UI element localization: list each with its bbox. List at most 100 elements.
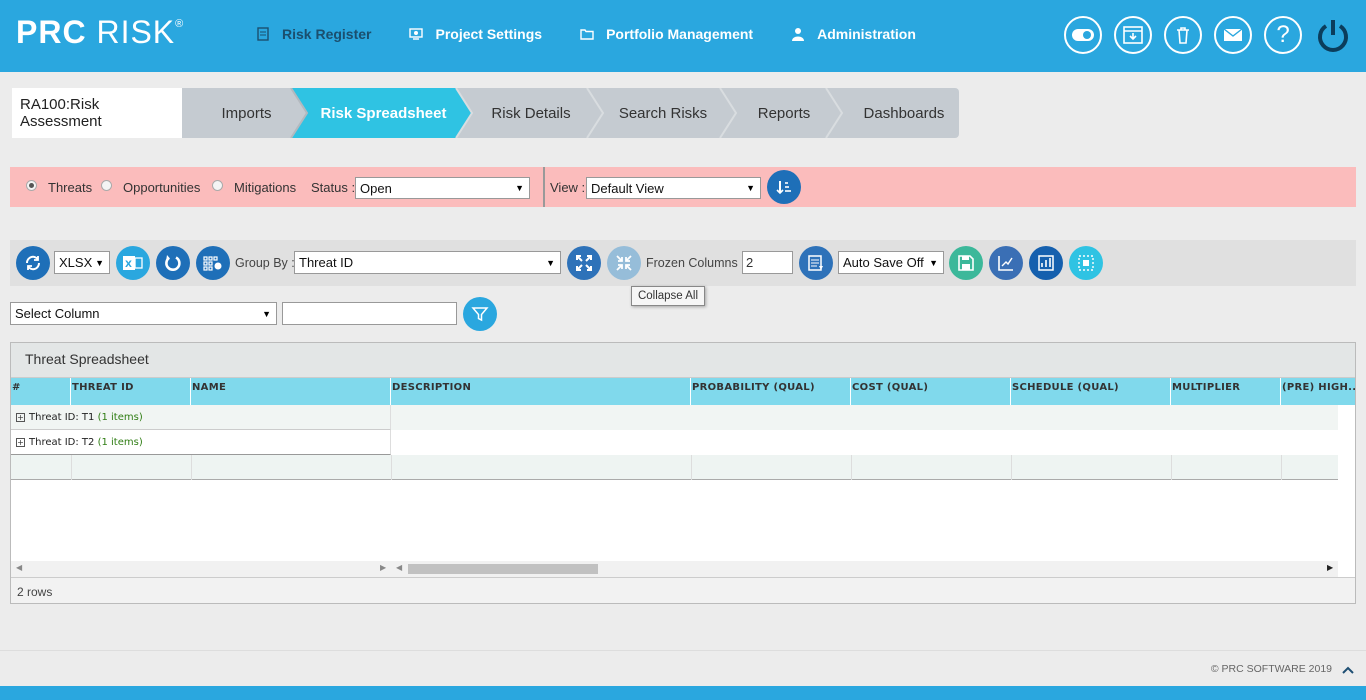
expand-all-button[interactable] [567, 246, 601, 280]
status-label: Status : [311, 180, 356, 195]
user-icon [792, 28, 805, 41]
col-header-name[interactable]: NAME [191, 378, 391, 405]
app-logo[interactable]: PRC RISK® [16, 14, 184, 51]
nav-project-settings[interactable]: Project Settings [409, 26, 542, 42]
scroll-right-icon[interactable]: ▶ [1327, 563, 1333, 572]
autosave-select[interactable]: Auto Save Off ▼ [838, 251, 944, 274]
download-icon [1123, 26, 1143, 44]
status-select[interactable]: Open ▼ [355, 177, 530, 199]
cell-divider [71, 455, 72, 480]
cell-divider [391, 455, 392, 480]
export-format-select[interactable]: XLSX ▼ [54, 251, 110, 274]
col-header-description[interactable]: DESCRIPTION [391, 378, 691, 405]
project-name: RA100:Risk Assessment [12, 88, 182, 138]
undo-icon [165, 255, 181, 271]
step-risk-details[interactable]: Risk Details [472, 88, 590, 138]
export-excel-button[interactable]: X [116, 246, 150, 280]
collapse-all-button[interactable] [607, 246, 641, 280]
toggle-icon [1072, 29, 1094, 41]
group-label: + Threat ID: T1 (1 items) [16, 412, 143, 423]
expand-plus-icon[interactable]: + [16, 438, 25, 447]
dropdown-arrow-icon: ▼ [746, 183, 755, 193]
col-header-number[interactable]: # [11, 378, 71, 405]
group-by-value: Threat ID [299, 255, 354, 270]
col-header-schedule[interactable]: SCHEDULE (QUAL) [1011, 378, 1171, 405]
step-reports[interactable]: Reports [736, 88, 832, 138]
list-icon [808, 255, 823, 271]
logout-button[interactable] [1314, 16, 1352, 54]
step-risk-spreadsheet[interactable]: Risk Spreadsheet [311, 88, 456, 138]
nav-administration-label: Administration [817, 26, 916, 42]
trend-report-button[interactable] [1029, 246, 1063, 280]
group-row[interactable]: + Threat ID: T2 (1 items) [11, 430, 1338, 455]
frozen-columns-input[interactable]: 2 [742, 251, 793, 274]
radio-threats[interactable] [26, 180, 37, 191]
filter-icon [471, 307, 489, 322]
bottom-band [0, 686, 1366, 700]
folder-icon [580, 29, 594, 40]
trash-icon [1177, 27, 1189, 44]
scroll-top-icon[interactable] [1342, 665, 1354, 675]
nav-risk-register-label: Risk Register [282, 26, 372, 42]
radio-threats-label: Threats [48, 180, 93, 195]
radio-opportunities[interactable] [101, 180, 112, 191]
select-icon [1078, 255, 1094, 271]
scroll-left-icon[interactable]: ◀ [396, 563, 402, 572]
logo-prc: PRC [16, 14, 87, 50]
save-button[interactable] [949, 246, 983, 280]
group-by-label: Group By : [235, 256, 295, 270]
step-search-risks[interactable]: Search Risks [603, 88, 723, 138]
group-label: + Threat ID: T2 (1 items) [16, 437, 143, 448]
group-row[interactable]: + Threat ID: T1 (1 items) [11, 405, 1338, 430]
toggle-button[interactable] [1064, 16, 1102, 54]
cell-divider [1281, 455, 1282, 480]
col-header-multiplier[interactable]: MULTIPLIER [1171, 378, 1281, 405]
select-all-button[interactable] [1069, 246, 1103, 280]
collapse-all-tooltip: Collapse All [631, 286, 705, 306]
group-label-prefix: Threat ID: T2 [29, 437, 95, 448]
col-header-cost[interactable]: COST (QUAL) [851, 378, 1011, 405]
filter-column-select[interactable]: Select Column ▼ [10, 302, 277, 325]
view-select[interactable]: Default View ▼ [586, 177, 761, 199]
export-format-value: XLSX [59, 255, 93, 270]
col-header-probability[interactable]: PROBABILITY (QUAL) [691, 378, 851, 405]
group-by-select[interactable]: Threat ID ▼ [294, 251, 561, 274]
expand-plus-icon[interactable]: + [16, 413, 25, 422]
grid-row-count: 2 rows [11, 577, 1355, 603]
download-button[interactable] [1114, 16, 1152, 54]
col-header-threat-id[interactable]: THREAT ID [71, 378, 191, 405]
dropdown-arrow-icon: ▼ [262, 308, 271, 319]
step-dashboards[interactable]: Dashboards [842, 88, 966, 138]
reset-button[interactable] [156, 246, 190, 280]
risk-chart-button[interactable] [989, 246, 1023, 280]
mail-button[interactable] [1214, 16, 1252, 54]
main-nav: Risk Register Project Settings Portfolio… [256, 26, 954, 42]
help-button[interactable]: ? [1264, 16, 1302, 54]
status-select-value: Open [360, 180, 392, 196]
scroll-right-icon[interactable]: ▶ [380, 563, 386, 572]
scrollbar-thumb[interactable] [408, 564, 598, 574]
radio-mitigations[interactable] [212, 180, 223, 191]
view-select-value: Default View [591, 180, 664, 196]
column-chooser-button[interactable] [799, 246, 833, 280]
group-settings-button[interactable] [196, 246, 230, 280]
step-imports[interactable]: Imports [182, 88, 311, 138]
horizontal-scrollbar[interactable]: ◀ ▶ ◀ ▶ [11, 561, 1338, 577]
group-label-prefix: Threat ID: T1 [29, 412, 95, 423]
filter-divider [543, 167, 545, 207]
grid-title: Threat Spreadsheet [11, 343, 1355, 378]
delete-button[interactable] [1164, 16, 1202, 54]
nav-portfolio-management[interactable]: Portfolio Management [580, 26, 753, 42]
scroll-left-icon[interactable]: ◀ [16, 563, 22, 572]
nav-risk-register[interactable]: Risk Register [256, 26, 371, 42]
filter-text-input[interactable] [282, 302, 457, 325]
sort-view-button[interactable] [767, 170, 801, 204]
apply-filter-button[interactable] [463, 297, 497, 331]
refresh-button[interactable] [16, 246, 50, 280]
nav-administration[interactable]: Administration [791, 26, 916, 42]
settings-icon [409, 28, 424, 40]
sort-icon [776, 181, 791, 195]
power-icon [1318, 20, 1348, 52]
col-header-pre-high[interactable]: (PRE) HIGH... [1281, 378, 1355, 405]
cell-divider [691, 455, 692, 480]
